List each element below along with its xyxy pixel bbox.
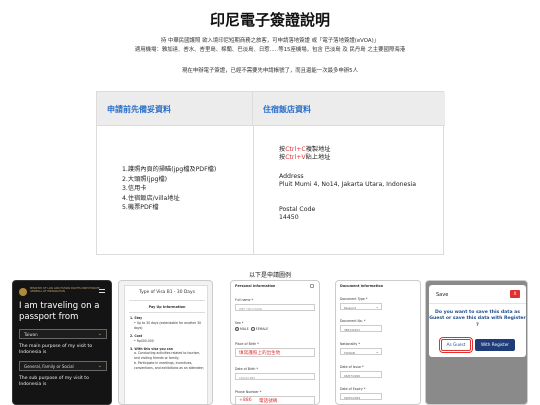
chevron-down-icon: ⌄ (375, 304, 379, 309)
paste-shortcut: Ctrl+V (285, 154, 306, 161)
example-visa-info-screen: Type of Visa B1 - 30 Days Pay Up Informa… (118, 280, 213, 405)
purpose-select[interactable]: General, Family or Social ⌄ (19, 361, 107, 371)
visa-info-body: 1. Stay • Up to 30 days (extendable for … (130, 316, 204, 371)
date-of-birth-label: Date of Birth * (235, 367, 258, 371)
phone-hint: 電話號碼 (259, 399, 278, 404)
postal-code-value[interactable]: 14450 (279, 214, 416, 222)
table-header-hotel: 住宿飯店資料 (253, 92, 445, 126)
intro-line-2: 適用機場：雅加達、峇水、峇里島、棉蘭、巴淡島、日惹.....等15座機場，包含 … (134, 47, 406, 53)
sub-purpose-question: The sub purpose of my visit to Indonesia… (19, 376, 89, 387)
document-type-label: Document Type * (340, 297, 368, 301)
chevron-down-icon: ⌄ (375, 349, 379, 354)
save-dialog: Save X Do you want to save this data as … (429, 285, 526, 357)
date-of-issue-label: Date of Issue * (340, 365, 364, 369)
hotel-header-label: 住宿飯店資料 (263, 105, 311, 114)
document-no-label: Document No. * (340, 319, 366, 323)
date-of-issue-field[interactable]: 06/07/2020 (340, 371, 382, 378)
male-radio[interactable] (235, 327, 239, 331)
list-item: 4.住宿飯店/villa地址 (122, 194, 180, 202)
close-button[interactable]: X (510, 290, 520, 298)
nationality-label: Nationality * (340, 342, 360, 346)
sex-radio-group: MALE FEMALE (235, 327, 268, 331)
as-guest-button[interactable]: As Guest (439, 337, 473, 353)
info-table: 申請前先備妥資料 住宿飯店資料 1.護照內頁的掃瞄(jpg檔及PDF檔) 2.大… (96, 91, 445, 255)
example-document-info-screen: Document Information Document Type * Pas… (335, 280, 421, 405)
visa-type-title: Type of Visa B1 - 30 Days (139, 290, 195, 295)
date-of-birth-field[interactable]: 19/04/1985 (235, 373, 315, 380)
purpose-question: The main purpose of my visit to Indonesi… (19, 344, 93, 355)
sex-label: Sex * (235, 321, 244, 325)
table-column-divider (253, 126, 254, 255)
list-item: 5.機票PDF檔 (122, 204, 159, 212)
copy-instruction: 按Ctrl+C複製地址 (279, 146, 331, 153)
list-item: 1.護照內頁的掃瞄(jpg檔及PDF檔) (122, 166, 217, 173)
visa-info-card: Type of Visa B1 - 30 Days Pay Up Informa… (124, 285, 208, 404)
dialog-title: Save (436, 292, 449, 298)
document-type-select[interactable]: Passport ⌄ (340, 303, 382, 310)
passport-select[interactable]: Taiwan ⌄ (19, 329, 107, 339)
intro-line-1: 持 中華民國護照 欲入境印尼短期商務之旅客，可申請落地簽證 或「電子落地簽證(e… (160, 38, 380, 44)
example-save-dialog-screen: Save X Do you want to save this data as … (425, 280, 528, 405)
copy-shortcut: Ctrl+C (285, 146, 306, 153)
emblem-icon (19, 288, 27, 296)
page-title: 印尼電子簽證說明 (209, 11, 330, 29)
edit-icon[interactable] (310, 284, 314, 288)
table-header-requirements: 申請前先備妥資料 (97, 92, 253, 126)
divider (129, 300, 205, 301)
female-radio[interactable] (250, 327, 255, 331)
personal-info-header: Personal Information (235, 284, 276, 288)
menu-icon[interactable] (99, 289, 105, 293)
note-text: 現在申辦電子簽證，已經不需要先申請帳號了，而且還能一次最多申辦5人 (182, 68, 358, 74)
example-personal-info-screen: Personal Information Full name * WEY YIN… (230, 280, 320, 405)
intro-text: 持 中華民國護照 欲入境印尼短期商務之旅客，可申請落地簽證 或「電子落地簽證(e… (0, 37, 540, 55)
example-passport-screen: MINISTRY OF LAW AND HUMAN RIGHTS DIRECTO… (12, 280, 112, 405)
divider (429, 303, 526, 304)
phone-code: +886 (239, 398, 252, 403)
divider (129, 312, 205, 313)
postal-code-label: Postal Code (279, 206, 316, 213)
date-of-expiry-field[interactable]: 09/05/2029 (340, 393, 382, 400)
phone-label: Phone Number * (235, 390, 262, 394)
nationality-select[interactable]: TAIWAN ⌄ (340, 348, 382, 355)
save-message: Do you want to save this data as Guest o… (429, 310, 526, 328)
requirements-header-label: 申請前先備妥資料 (107, 105, 171, 114)
org-name: MINISTRY OF LAW AND HUMAN RIGHTS DIRECTO… (30, 287, 100, 294)
full-name-field[interactable]: WEY YIN CHUAN (235, 304, 315, 311)
list-item: 2.大頭照(jpg檔) (122, 175, 168, 183)
paste-instruction: 按Ctrl+V貼上地址 (279, 154, 331, 161)
document-info-header: Document Information (340, 284, 384, 288)
date-of-expiry-label: Date of Expiry * (340, 387, 366, 391)
chevron-down-icon: ⌄ (97, 331, 102, 337)
list-item: 3.信用卡 (122, 185, 147, 193)
pay-up-subtitle: Pay Up Information (148, 305, 186, 309)
full-name-label: Full name * (235, 298, 254, 302)
with-register-button[interactable]: With Register (475, 339, 515, 351)
address-value[interactable]: Pluit Mumi 4, No14, Jakarta Utara, Indon… (279, 181, 416, 189)
examples-label: 以下是申請圖例 (248, 272, 291, 279)
passport-heading: I am traveling on a passport from (19, 301, 100, 322)
document-no-field[interactable]: 385232201 (340, 325, 382, 332)
chevron-down-icon: ⌄ (97, 363, 102, 369)
place-of-birth-hint: 填寫護照上的出生地 (239, 351, 281, 356)
hotel-info: 按Ctrl+C複製地址 按Ctrl+V貼上地址 Address Pluit Mu… (279, 146, 416, 222)
requirements-list: 1.護照內頁的掃瞄(jpg檔及PDF檔) 2.大頭照(jpg檔) 3.信用卡 4… (122, 165, 216, 213)
place-of-birth-label: Place of Birth * (235, 342, 259, 346)
address-label: Address (279, 173, 304, 180)
